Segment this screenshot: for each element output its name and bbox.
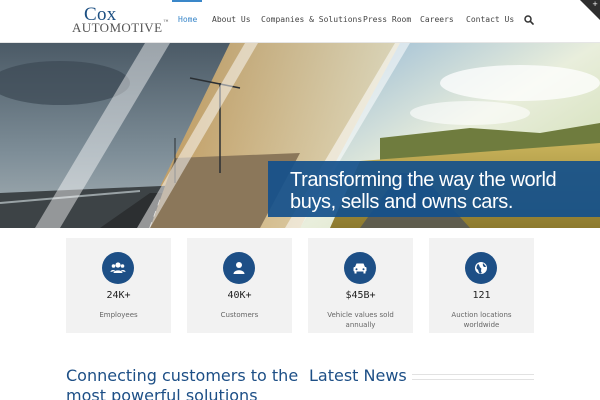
cox-automotive-logo[interactable]: Cox AUTOMOTIVE™	[72, 4, 168, 35]
stats-section: 24K+ Employees 40K+ Customers $45B+ Vehi…	[0, 228, 600, 348]
latest-news-heading: Latest News	[309, 366, 407, 385]
nav-item-companies-solutions[interactable]: Companies & Solutions	[261, 15, 362, 24]
hero-headline-line2: buys, sells and owns cars.	[290, 191, 514, 213]
stat-card-vehicle-values: $45B+ Vehicle values sold annually	[308, 238, 413, 333]
nav-item-home[interactable]: Home	[178, 15, 197, 24]
connecting-heading: Connecting customers to the most powerfu…	[66, 366, 299, 400]
stat-label: Customers	[220, 311, 259, 319]
stat-label: Auction locations worldwide	[451, 311, 512, 329]
stat-value: $45B+	[345, 290, 376, 301]
globe-icon	[465, 252, 497, 284]
logo-automotive-text: AUTOMOTIVE™	[72, 20, 169, 36]
hero-headline: Transforming the way the world buys, sel…	[290, 169, 557, 213]
stat-label: Employees	[99, 311, 138, 319]
stat-value: 40K+	[227, 290, 252, 301]
search-icon[interactable]	[524, 15, 534, 25]
logo-trademark: ™	[163, 20, 169, 25]
nav-item-press-room[interactable]: Press Room	[363, 15, 411, 24]
stat-label: Vehicle values sold annually	[327, 311, 394, 329]
stat-card-customers: 40K+ Customers	[187, 238, 292, 333]
hero-headline-line1: Transforming the way the world	[290, 169, 557, 191]
hero-slider: Transforming the way the world buys, sel…	[0, 43, 600, 228]
nav-item-contact-us[interactable]: Contact Us	[466, 15, 514, 24]
users-icon	[102, 252, 134, 284]
car-icon	[344, 252, 376, 284]
logo-automotive-word: AUTOMOTIVE	[72, 20, 163, 35]
stat-card-employees: 24K+ Employees	[66, 238, 171, 333]
stat-value: 121	[472, 290, 491, 301]
person-icon	[223, 252, 255, 284]
nav-item-careers[interactable]: Careers	[420, 15, 454, 24]
stat-value: 24K+	[106, 290, 131, 301]
stat-card-auction-locations: 121 Auction locations worldwide	[429, 238, 534, 333]
plus-icon[interactable]: +	[592, 0, 598, 8]
site-header: Cox AUTOMOTIVE™ Home About Us Companies …	[0, 0, 600, 43]
nav-active-indicator	[172, 0, 202, 2]
nav-item-about-us[interactable]: About Us	[212, 15, 251, 24]
heading-divider	[412, 374, 534, 380]
